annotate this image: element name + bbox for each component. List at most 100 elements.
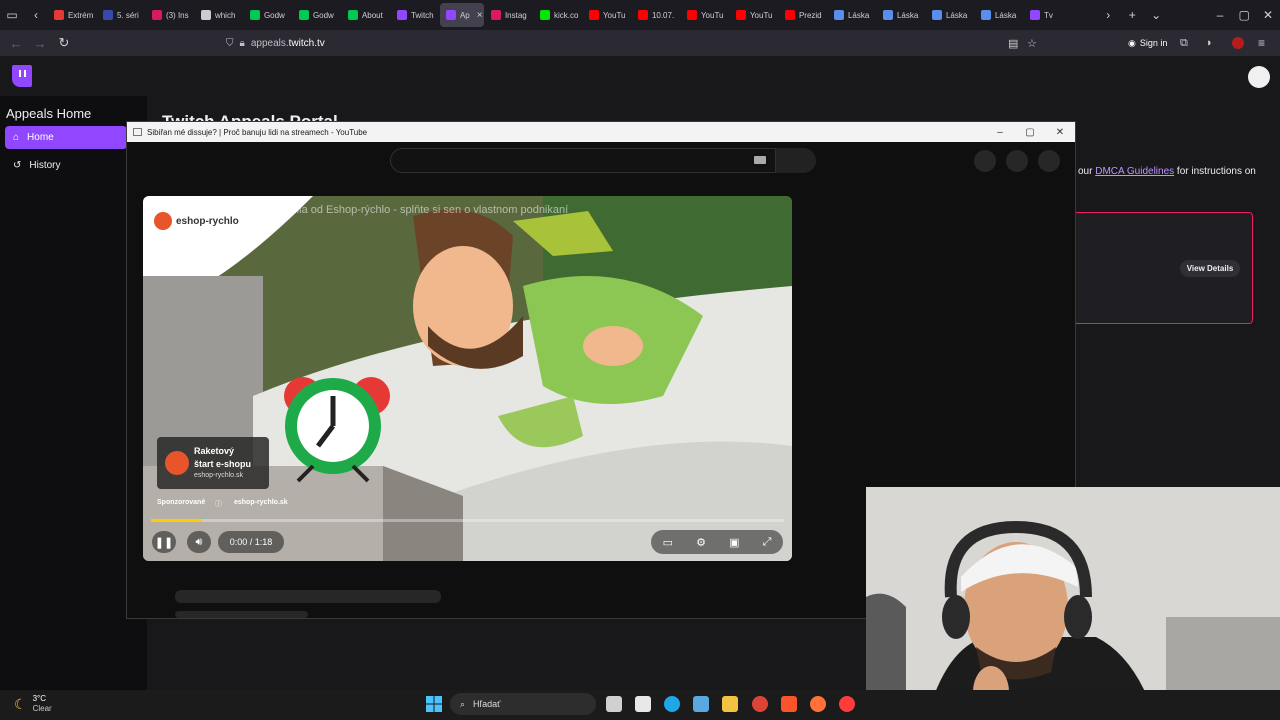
weather-widget[interactable]: ☾ 3°C Clear <box>14 694 52 714</box>
tab-favicon-icon <box>200 10 211 20</box>
ad-card-url: eshop-rychlo.sk <box>194 472 244 479</box>
browser-tab[interactable]: Láska <box>877 3 925 27</box>
notifications-icon[interactable] <box>1006 150 1028 172</box>
browser-tab[interactable]: Tv <box>1024 3 1072 27</box>
theater-mode-icon[interactable]: ▣ <box>729 536 739 549</box>
youtube-search-input[interactable] <box>390 148 776 173</box>
twitch-logo-icon[interactable] <box>12 65 32 87</box>
scroll-tabs-right-icon[interactable]: › <box>1096 8 1120 22</box>
eshop-rychlo-logo: eshop-rychlo <box>154 212 239 230</box>
user-avatar[interactable] <box>1248 66 1270 88</box>
fullscreen-icon[interactable]: ⤢ <box>763 536 772 549</box>
window-app-icon <box>133 128 142 136</box>
video-progress-bar[interactable] <box>151 519 784 522</box>
tab-close-icon[interactable]: × <box>477 10 483 21</box>
create-icon[interactable] <box>974 150 996 172</box>
keyboard-icon[interactable] <box>754 156 766 164</box>
video-progress-fill <box>151 519 202 522</box>
store-icon[interactable] <box>635 696 651 712</box>
lock-icon[interactable]: 🔒︎ <box>240 38 245 49</box>
brand-name: eshop-rychlo <box>176 215 239 227</box>
browser-tab[interactable]: Ap × <box>439 3 484 27</box>
youtube-search-button[interactable] <box>776 148 816 173</box>
browser-tab[interactable]: Instag <box>485 3 533 27</box>
pause-button[interactable]: ❚❚ <box>152 531 176 553</box>
browser-tab[interactable]: Láska <box>926 3 974 27</box>
popup-minimize-icon[interactable]: – <box>985 122 1015 142</box>
new-tab-button[interactable]: + <box>1120 8 1144 22</box>
channel-avatar[interactable] <box>1038 150 1060 172</box>
sidebar-title: Appeals Home <box>6 106 92 121</box>
sponsor-url-link[interactable]: eshop-rychlo.sk <box>234 499 288 506</box>
task-view-icon[interactable] <box>606 696 622 712</box>
dmca-suffix: for instructions on <box>1174 166 1256 177</box>
view-details-button[interactable]: View Details <box>1180 260 1240 277</box>
browser-tab[interactable]: Extrém <box>48 3 96 27</box>
subtitles-icon[interactable]: ▭ <box>663 536 673 549</box>
popup-maximize-icon[interactable]: ▢ <box>1015 122 1045 142</box>
file-explorer-icon[interactable] <box>722 696 738 712</box>
browser-tab[interactable]: which <box>195 3 243 27</box>
url-bar[interactable]: ⛉ 🔒︎ appeals.twitch.tv <box>226 38 325 49</box>
firefox-icon[interactable] <box>810 696 826 712</box>
tab-label: Láska <box>896 10 919 20</box>
sign-in-button[interactable]: ◉ Sign in <box>1128 38 1167 49</box>
settings-gear-icon[interactable]: ⚙ <box>696 536 706 549</box>
tab-favicon-icon <box>445 10 456 20</box>
windows-start-icon[interactable] <box>426 696 442 712</box>
sidebar-item-label: History <box>29 159 61 171</box>
brave-icon[interactable] <box>781 696 797 712</box>
video-player[interactable] <box>143 196 792 561</box>
volume-button[interactable]: 🔊︎ <box>187 531 211 553</box>
browser-tab[interactable]: Láska <box>975 3 1023 27</box>
extensions-icon[interactable]: ⧉ <box>1180 37 1188 50</box>
browser-tab[interactable]: Twitch <box>391 3 439 27</box>
tab-favicon-icon <box>102 10 113 20</box>
minimize-icon[interactable]: – <box>1208 8 1232 22</box>
youtube-window-titlebar[interactable]: Sibiřan mé dissuje? | Proč banuju lidi n… <box>127 122 1075 142</box>
browser-tab[interactable]: kick.co <box>534 3 582 27</box>
browser-tab[interactable]: YouTu <box>730 3 778 27</box>
browser-tab[interactable]: YouTu <box>583 3 631 27</box>
shield-icon[interactable]: ⛉ <box>226 38 234 49</box>
edge-icon[interactable] <box>664 696 680 712</box>
browser-tab[interactable]: Prezid <box>779 3 827 27</box>
scroll-tabs-left-icon[interactable]: ‹ <box>24 8 48 22</box>
ublock-icon[interactable] <box>1232 37 1244 49</box>
webcam-overlay <box>866 487 1280 720</box>
taskbar-search-input[interactable]: ⌕ Hľadať <box>450 693 596 715</box>
extension-icon[interactable]: ◗ <box>1206 37 1213 49</box>
tab-list-icon[interactable]: ▭ <box>0 8 24 22</box>
photos-icon[interactable] <box>693 696 709 712</box>
browser-tab[interactable]: Godw <box>244 3 292 27</box>
tab-label: Láska <box>945 10 968 20</box>
tab-container: Extrém 5. séri (3) Ins which Godw Godw About Tw… <box>48 3 1096 27</box>
chrome-icon[interactable] <box>752 696 768 712</box>
popup-close-icon[interactable]: ✕ <box>1045 122 1075 142</box>
browser-tab[interactable]: (3) Ins <box>146 3 194 27</box>
browser-tab-strip: ▭ ‹ Extrém 5. séri (3) Ins which Godw Godw Abo… <box>0 0 1280 30</box>
close-window-icon[interactable]: ✕ <box>1256 8 1280 22</box>
sidebar-item-history[interactable]: ↺ History <box>5 154 127 176</box>
ad-card-headline-1: Raketový <box>194 446 235 456</box>
info-icon[interactable]: ⓘ <box>215 499 222 509</box>
browser-tab[interactable]: 5. séri <box>97 3 145 27</box>
browser-tab[interactable]: YouTu <box>681 3 729 27</box>
sidebar-item-home[interactable]: ⌂ Home <box>5 126 127 149</box>
menu-icon[interactable]: ≡ <box>1258 36 1265 50</box>
obs-icon[interactable] <box>839 696 855 712</box>
browser-tab[interactable]: Láska <box>828 3 876 27</box>
reload-icon[interactable]: ↻ <box>52 35 76 51</box>
back-icon[interactable]: ← <box>4 36 28 51</box>
browser-tab[interactable]: Godw <box>293 3 341 27</box>
history-icon: ↺ <box>13 159 22 171</box>
reader-view-icon[interactable]: ▤ <box>1008 37 1018 50</box>
tab-overflow-chevron-icon[interactable]: ⌄ <box>1144 8 1168 22</box>
maximize-icon[interactable]: ▢ <box>1232 8 1256 22</box>
browser-tab[interactable]: 10.07. <box>632 3 680 27</box>
bookmark-star-icon[interactable]: ☆ <box>1027 37 1037 50</box>
tab-label: Extrém <box>67 10 94 20</box>
dmca-guidelines-link[interactable]: DMCA Guidelines <box>1095 166 1174 177</box>
forward-icon[interactable]: → <box>28 36 52 51</box>
browser-tab[interactable]: About <box>342 3 390 27</box>
